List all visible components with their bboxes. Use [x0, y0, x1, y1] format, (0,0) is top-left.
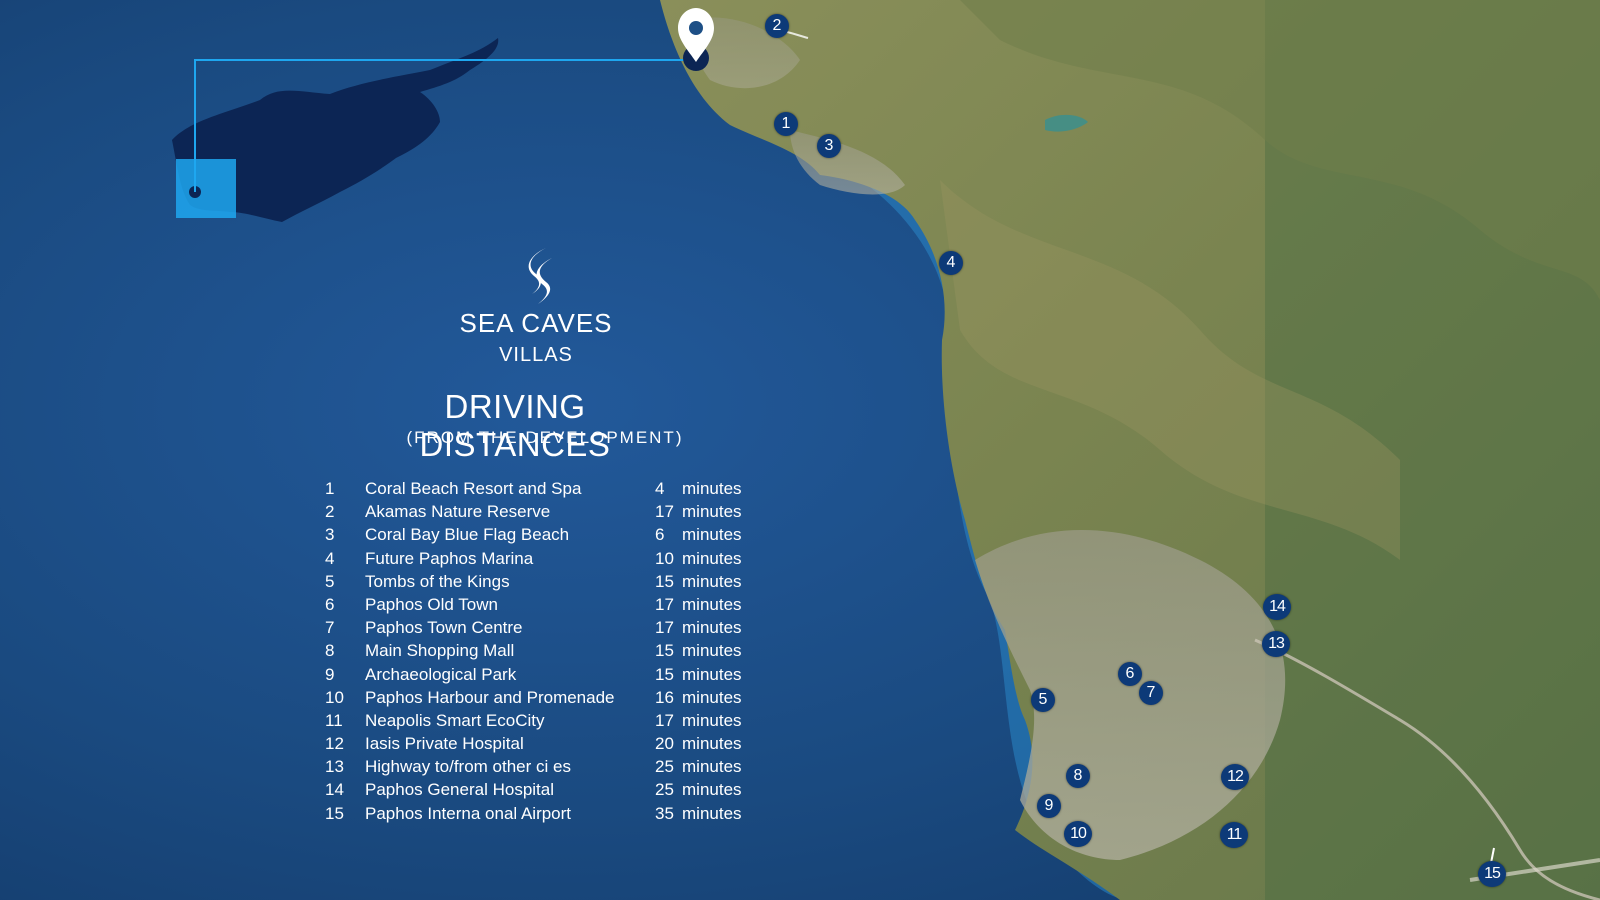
item-time-value: 16 — [655, 687, 674, 707]
from-development-subheading: (FROM THE DEVELOPMENT) — [406, 428, 684, 447]
map-marker-10[interactable]: 10 — [1064, 821, 1092, 847]
item-number: 1 — [325, 479, 335, 498]
item-time-value: 25 — [655, 757, 674, 777]
item-time-unit: minutes — [682, 548, 742, 568]
item-number: 3 — [325, 525, 335, 545]
item-number: 9 — [325, 664, 335, 684]
map-marker-11[interactable]: 11 — [1220, 822, 1248, 848]
item-time-unit: minutes — [682, 803, 742, 823]
item-place: Highway to/from other ci es — [365, 757, 571, 777]
item-time-unit: minutes — [682, 757, 742, 777]
item-number: 12 — [325, 734, 344, 754]
item-time-value: 17 — [655, 502, 674, 522]
item-time-value: 25 — [655, 780, 674, 800]
map-poster: SEA CAVES VILLAS DRIVING DISTANCES (FROM… — [0, 0, 1600, 900]
map-marker-1[interactable]: 1 — [774, 112, 798, 136]
item-time-unit: minutes — [682, 571, 742, 591]
map-marker-4[interactable]: 4 — [939, 251, 963, 275]
map-marker-9[interactable]: 9 — [1037, 794, 1061, 818]
item-place: Akamas Nature Reserve — [365, 502, 551, 522]
item-number: 8 — [325, 641, 335, 661]
satellite-map — [0, 0, 1600, 900]
item-number: 14 — [325, 780, 344, 800]
map-marker-14[interactable]: 14 — [1263, 594, 1291, 620]
map-marker-7[interactable]: 7 — [1139, 681, 1163, 705]
item-place: Paphos Interna onal Airport — [365, 803, 572, 823]
item-time-value: 10 — [655, 548, 674, 568]
item-place: Paphos General Hospital — [365, 780, 555, 800]
item-time-unit: minutes — [682, 687, 742, 707]
map-marker-5[interactable]: 5 — [1031, 688, 1055, 712]
item-time-value: 4 — [655, 479, 665, 498]
item-place: Future Paphos Marina — [365, 548, 534, 568]
list-item: 1 Coral Beach Resort and Spa 4 minutes — [325, 477, 755, 500]
item-place: Iasis Private Hospital — [365, 734, 524, 754]
map-marker-15[interactable]: 15 — [1478, 861, 1506, 887]
item-time-value: 20 — [655, 734, 674, 754]
item-time-unit: minutes — [682, 664, 742, 684]
item-place: Neapolis Smart EcoCity — [365, 710, 545, 730]
item-number: 15 — [325, 803, 344, 823]
item-time-unit: minutes — [682, 594, 742, 614]
item-number: 13 — [325, 757, 344, 777]
list-item: 2 Akamas Nature Reserve 17 minutes — [325, 500, 755, 523]
distance-list: 1 Coral Beach Resort and Spa 4 minutes 2 Aka… — [325, 477, 755, 825]
list-item: 7 Paphos Town Centre 17 minutes — [325, 616, 755, 639]
item-time-unit: minutes — [682, 479, 742, 498]
list-item: 8 Main Shopping Mall 15 minutes — [325, 639, 755, 662]
item-number: 6 — [325, 594, 335, 614]
item-place: Coral Beach Resort and Spa — [365, 479, 582, 498]
map-marker-8[interactable]: 8 — [1066, 764, 1090, 788]
brand-subname: VILLAS — [499, 344, 573, 366]
item-time-unit: minutes — [682, 525, 742, 545]
item-time-value: 17 — [655, 710, 674, 730]
item-time-unit: minutes — [682, 710, 742, 730]
map-marker-6[interactable]: 6 — [1118, 662, 1142, 686]
list-item: 14 Paphos General Hospital 25 minutes — [325, 778, 755, 801]
item-time-unit: minutes — [682, 734, 742, 754]
item-place: Paphos Town Centre — [365, 618, 523, 638]
item-number: 10 — [325, 687, 344, 707]
item-place: Paphos Harbour and Promenade — [365, 687, 615, 707]
item-number: 2 — [325, 502, 335, 522]
map-marker-12[interactable]: 12 — [1221, 764, 1249, 790]
item-time-value: 15 — [655, 571, 674, 591]
list-item: 13 Highway to/from other ci es 25 minutes — [325, 755, 755, 778]
inset-highlight-box — [176, 159, 236, 218]
item-time-unit: minutes — [682, 502, 742, 522]
item-time-unit: minutes — [682, 641, 742, 661]
item-place: Main Shopping Mall — [365, 641, 515, 661]
brand-name: SEA CAVES — [459, 308, 613, 338]
item-number: 4 — [325, 548, 335, 568]
item-place: Coral Bay Blue Flag Beach — [365, 525, 570, 545]
item-place: Archaeological Park — [365, 664, 517, 684]
list-item: 10 Paphos Harbour and Promenade 16 minutes — [325, 686, 755, 709]
item-number: 7 — [325, 618, 335, 638]
item-time-unit: minutes — [682, 780, 742, 800]
item-time-value: 15 — [655, 641, 674, 661]
map-marker-2[interactable]: 2 — [765, 14, 789, 38]
driving-distances-heading: DRIVING DISTANCES — [419, 388, 611, 463]
item-place: Paphos Old Town — [365, 594, 498, 614]
item-time-value: 17 — [655, 594, 674, 614]
map-marker-13[interactable]: 13 — [1262, 631, 1290, 657]
item-number: 11 — [325, 710, 343, 730]
list-item: 3 Coral Bay Blue Flag Beach 6 minutes — [325, 523, 755, 546]
list-item: 6 Paphos Old Town 17 minutes — [325, 593, 755, 616]
list-item: 12 Iasis Private Hospital 20 minutes — [325, 732, 755, 755]
list-item: 9 Archaeological Park 15 minutes — [325, 663, 755, 686]
item-time-value: 35 — [655, 803, 674, 823]
item-time-value: 15 — [655, 664, 674, 684]
item-place: Tombs of the Kings — [365, 571, 510, 591]
item-number: 5 — [325, 571, 335, 591]
list-item: 11 Neapolis Smart EcoCity 17 minutes — [325, 709, 755, 732]
item-time-unit: minutes — [682, 618, 742, 638]
map-marker-3[interactable]: 3 — [817, 134, 841, 158]
item-time-value: 17 — [655, 618, 674, 638]
list-item: 5 Tombs of the Kings 15 minutes — [325, 570, 755, 593]
item-time-value: 6 — [655, 525, 665, 545]
list-item: 4 Future Paphos Marina 10 minutes — [325, 547, 755, 570]
list-item: 15 Paphos Interna onal Airport 35 minutes — [325, 802, 755, 825]
